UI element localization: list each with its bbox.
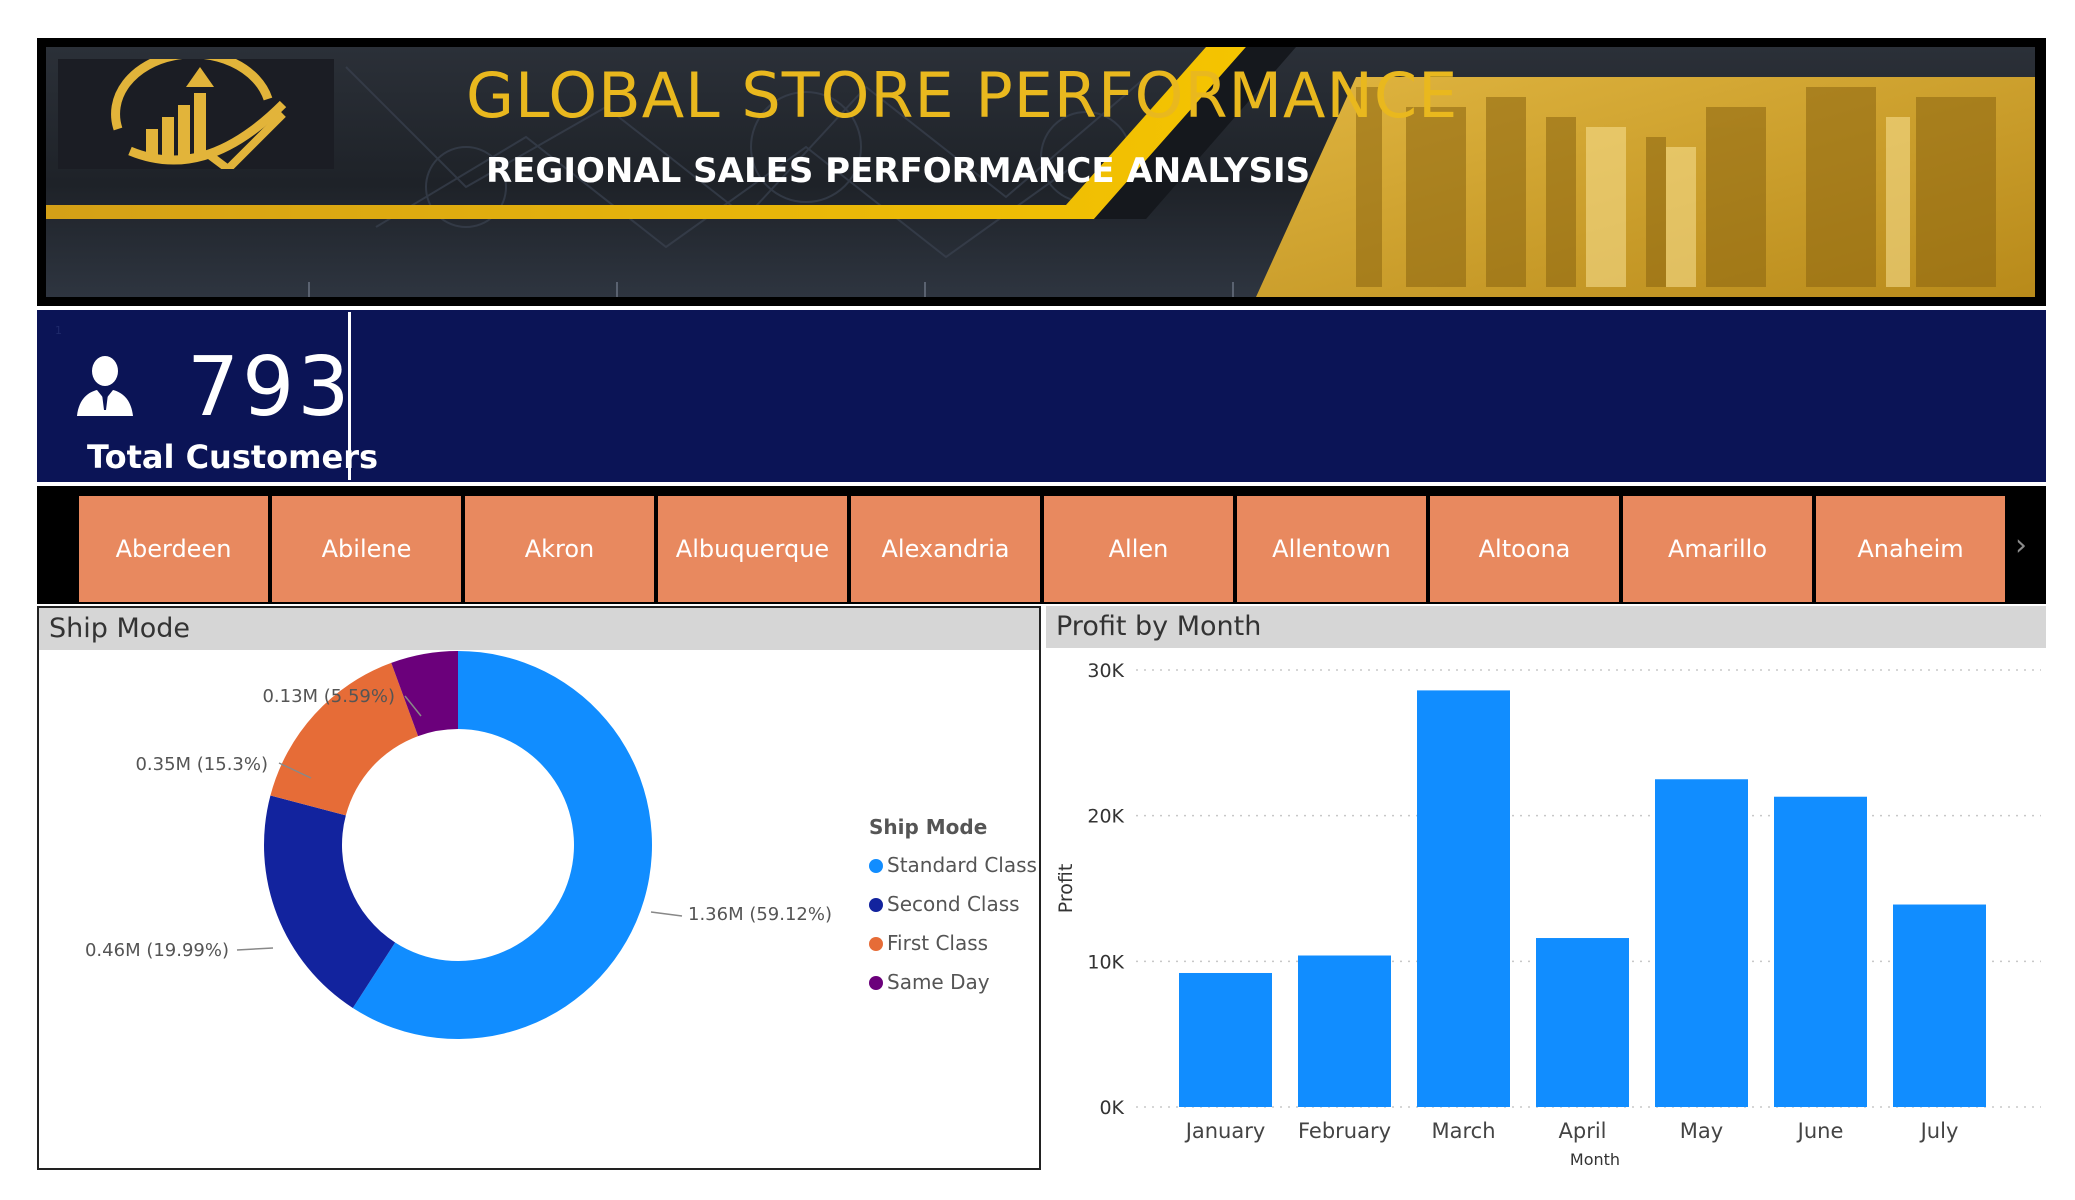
city-tile-allentown[interactable]: Allentown — [1237, 496, 1426, 602]
legend-dot-icon — [869, 976, 883, 990]
legend-item-standard-class[interactable]: Standard Class — [869, 853, 1037, 877]
bar-february[interactable] — [1298, 955, 1391, 1107]
y-tick-label: 30K — [1087, 660, 1124, 682]
city-tile-albuquerque[interactable]: Albuquerque — [658, 496, 847, 602]
legend-item-first-class[interactable]: First Class — [869, 931, 988, 955]
city-tile-aberdeen[interactable]: Aberdeen — [79, 496, 268, 602]
bar-march[interactable] — [1417, 690, 1510, 1107]
donut-leader-line — [650, 911, 683, 917]
city-tile-alexandria[interactable]: Alexandria — [851, 496, 1040, 602]
profit-panel-title: Profit by Month — [1046, 606, 2046, 648]
x-axis-title: Month — [1570, 1150, 1620, 1169]
legend-label: Same Day — [887, 970, 990, 994]
donut-leader-line — [236, 947, 274, 951]
total-customers-card[interactable]: 1 793 Total Customers — [37, 310, 378, 482]
bar-april[interactable] — [1536, 938, 1629, 1107]
legend-dot-icon — [869, 937, 883, 951]
donut-data-label: 0.13M (5.59%) — [262, 686, 395, 707]
bar-july[interactable] — [1893, 904, 1986, 1107]
donut-data-label: 0.35M (15.3%) — [135, 754, 268, 775]
city-tile-anaheim[interactable]: Anaheim — [1816, 496, 2005, 602]
kpi-divider — [348, 312, 351, 480]
city-tile-allen[interactable]: Allen — [1044, 496, 1233, 602]
profit-by-month-panel: Profit by Month 0K 10K 20K 30K Profit January… — [1046, 606, 2046, 1170]
x-tick-label: April — [1559, 1119, 1607, 1143]
city-tile-amarillo[interactable]: Amarillo — [1623, 496, 1812, 602]
banner-background: GLOBAL STORE PERFORMANCE REGIONAL SALES … — [46, 47, 2035, 297]
company-logo — [58, 49, 334, 175]
banner-title: GLOBAL STORE PERFORMANCE — [466, 59, 1459, 132]
legend-label: Second Class — [887, 892, 1020, 916]
legend-item-second-class[interactable]: Second Class — [869, 892, 1020, 916]
city-slicer: › Aberdeen Abilene Akron Albuquerque Alexand… — [37, 486, 2046, 604]
city-tile-abilene[interactable]: Abilene — [272, 496, 461, 602]
x-tick-label: July — [1919, 1119, 1959, 1143]
legend-label: Standard Class — [887, 853, 1037, 877]
ship-mode-panel-title: Ship Mode — [39, 608, 1039, 650]
legend-title: Ship Mode — [869, 815, 988, 839]
legend-dot-icon — [869, 898, 883, 912]
slicer-next-icon[interactable]: › — [2015, 528, 2027, 563]
total-customers-value: 793 — [187, 340, 353, 435]
user-icon — [77, 356, 133, 416]
total-customers-label: Total Customers — [87, 438, 379, 476]
city-tile-altoona[interactable]: Altoona — [1430, 496, 1619, 602]
legend-dot-icon — [869, 859, 883, 873]
bar-june[interactable] — [1774, 796, 1867, 1107]
legend-label: First Class — [887, 931, 989, 955]
legend-item-same-day[interactable]: Same Day — [869, 970, 990, 994]
donut-data-label: 0.46M (19.99%) — [85, 940, 229, 961]
ship-mode-panel: Ship Mode 1.36M (59.12%) 0.46M (19.99%) 0.… — [37, 606, 1041, 1170]
y-axis-title: Profit — [1055, 864, 1077, 914]
x-tick-label: May — [1680, 1119, 1723, 1143]
y-tick-label: 10K — [1087, 951, 1124, 973]
city-tile-akron[interactable]: Akron — [465, 496, 654, 602]
x-tick-label: February — [1298, 1119, 1391, 1143]
bar-may[interactable] — [1655, 779, 1748, 1107]
x-tick-label: March — [1431, 1119, 1495, 1143]
kpi-corner-mark: 1 — [55, 324, 62, 337]
kpi-strip: 1 793 Total Customers — [37, 310, 2046, 482]
header-banner: GLOBAL STORE PERFORMANCE REGIONAL SALES … — [37, 38, 2046, 306]
bar-january[interactable] — [1179, 972, 1272, 1107]
growth-chart-logo-icon — [111, 49, 287, 175]
donut-data-label: 1.36M (59.12%) — [688, 904, 832, 925]
x-tick-label: January — [1184, 1119, 1266, 1143]
banner-subtitle: REGIONAL SALES PERFORMANCE ANALYSIS — [486, 151, 1311, 191]
profit-bar-chart: 0K 10K 20K 30K Profit January February March Apr… — [1055, 660, 2041, 1169]
y-tick-label: 20K — [1087, 806, 1124, 828]
y-tick-label: 0K — [1099, 1097, 1124, 1119]
x-tick-label: June — [1796, 1119, 1844, 1143]
